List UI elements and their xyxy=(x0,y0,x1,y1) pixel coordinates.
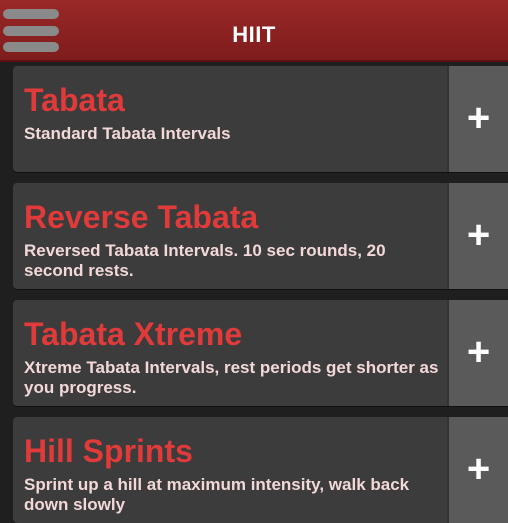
workout-description: Reversed Tabata Intervals. 10 sec rounds… xyxy=(24,241,386,280)
add-workout-button[interactable]: + xyxy=(447,66,508,172)
add-workout-button[interactable]: + xyxy=(447,183,508,289)
workout-name: Tabata xyxy=(24,82,125,118)
add-workout-button[interactable]: + xyxy=(447,417,508,523)
workout-card-tabata-xtreme[interactable]: Tabata Xtreme Xtreme Tabata Intervals, r… xyxy=(13,300,508,406)
add-workout-button[interactable]: + xyxy=(447,300,508,406)
plus-icon: + xyxy=(466,213,491,257)
workout-card-tabata[interactable]: Tabata Standard Tabata Intervals + xyxy=(13,66,508,172)
workout-card-reverse-tabata[interactable]: Reverse Tabata Reversed Tabata Intervals… xyxy=(13,183,508,289)
plus-icon: + xyxy=(466,96,491,140)
workout-name: Hill Sprints xyxy=(24,433,193,469)
workout-name: Tabata Xtreme xyxy=(24,316,243,352)
menu-icon-bar xyxy=(3,42,59,52)
menu-icon-bar xyxy=(3,9,59,19)
menu-icon[interactable] xyxy=(3,9,59,53)
workout-card-hill-sprints[interactable]: Hill Sprints Sprint up a hill at maximum… xyxy=(13,417,508,523)
action-bar: HIIT xyxy=(0,0,508,62)
plus-icon: + xyxy=(466,447,491,491)
page-title: HIIT xyxy=(232,22,276,47)
menu-icon-bar xyxy=(3,26,59,36)
plus-icon: + xyxy=(466,330,491,374)
workout-description: Sprint up a hill at maximum intensity, w… xyxy=(24,475,410,514)
workout-description: Xtreme Tabata Intervals, rest periods ge… xyxy=(24,358,439,397)
workout-name: Reverse Tabata xyxy=(24,199,259,235)
workout-description: Standard Tabata Intervals xyxy=(24,124,231,143)
